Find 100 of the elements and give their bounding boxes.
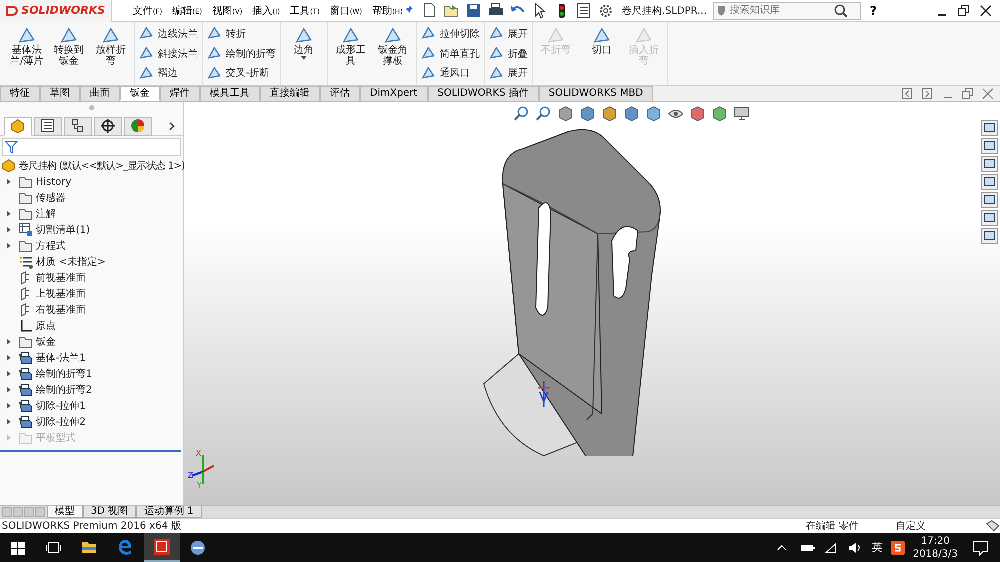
task-pane-button[interactable]	[981, 210, 998, 226]
units-menu[interactable]: 自定义	[896, 519, 986, 533]
tab[interactable]: 直接编辑	[260, 86, 320, 101]
ribbon-button[interactable]: 简单直孔	[421, 44, 480, 62]
clock-date[interactable]: 2018/3/3	[913, 548, 958, 560]
ribbon-button[interactable]: 绘制的折弯	[207, 44, 276, 62]
tree-item[interactable]: 切割清单(1)	[36, 223, 90, 237]
search-icon	[834, 4, 848, 18]
ribbon-button[interactable]: 通风口	[421, 64, 480, 82]
command-icon	[207, 66, 222, 81]
tab[interactable]: 曲面	[80, 86, 120, 101]
ribbon-button[interactable]: 转折	[207, 25, 276, 43]
previous-icon[interactable]	[902, 88, 914, 100]
command-icon	[342, 27, 360, 45]
ribbon-button[interactable]: 交叉-折断	[207, 64, 276, 82]
restore-icon[interactable]	[958, 4, 970, 16]
ribbon-button[interactable]: 转换到钣金	[50, 25, 88, 82]
task-pane-button[interactable]	[981, 156, 998, 172]
caret-icon[interactable]	[301, 56, 307, 60]
tab[interactable]: SOLIDWORKS 插件	[428, 86, 539, 101]
zoom-area-icon[interactable]	[536, 106, 552, 121]
tab[interactable]: 评估	[320, 86, 360, 101]
taskbar-app[interactable]	[144, 533, 180, 562]
help-button[interactable]: ?	[869, 2, 878, 18]
ribbon-button[interactable]: 拉伸切除	[421, 25, 480, 43]
task-pane-button[interactable]	[981, 228, 998, 244]
feature-icon	[19, 415, 33, 429]
tree-item[interactable]: 方程式	[36, 239, 66, 253]
axis-label: Y	[197, 481, 202, 490]
tab[interactable]: 模型	[47, 506, 83, 518]
tab[interactable]: 草图	[40, 86, 80, 101]
ribbon-button[interactable]: 褶边	[139, 64, 198, 82]
chevron-right-icon[interactable]	[169, 122, 175, 130]
tree-item[interactable]: 材质 <未指定>	[36, 255, 106, 269]
tree-item[interactable]: 右视基准面	[36, 303, 86, 317]
tab[interactable]: 模具工具	[200, 86, 260, 101]
open-folder-icon[interactable]	[444, 2, 460, 18]
zoom-to-fit-icon[interactable]	[514, 106, 530, 121]
tab[interactable]: 运动算例 1	[136, 506, 202, 518]
monitor-icon[interactable]	[734, 106, 750, 121]
tab[interactable]: SOLIDWORKS MBD	[538, 86, 654, 101]
ribbon-button[interactable]: 斜接法兰	[139, 44, 198, 62]
panel-tab[interactable]	[34, 116, 62, 136]
command-icon	[421, 66, 436, 81]
feature-icon	[19, 367, 33, 381]
command-icon	[421, 46, 436, 61]
grip-icon[interactable]	[88, 105, 94, 111]
ribbon-button[interactable]: 折叠	[489, 44, 528, 62]
tree-item[interactable]: 绘制的折弯2	[36, 383, 92, 397]
command-icon	[635, 27, 653, 45]
clock-time[interactable]: 17:20	[921, 534, 950, 548]
ime-indicator[interactable]: 英	[872, 540, 884, 555]
feature-icon	[19, 383, 33, 397]
tree-item[interactable]: 钣金	[36, 335, 56, 349]
tree-item[interactable]: History	[36, 176, 72, 188]
ribbon-button[interactable]: 基体法兰/薄片	[8, 25, 46, 82]
input-method-icon[interactable]	[891, 540, 906, 554]
ribbon-button[interactable]: 边线法兰	[139, 25, 198, 43]
task-pane-button[interactable]	[981, 120, 998, 136]
task-pane-button[interactable]	[981, 192, 998, 208]
command-icon	[295, 27, 313, 45]
next-icon[interactable]	[922, 88, 934, 100]
ribbon-button[interactable]: 边角	[285, 25, 323, 82]
panel-tab[interactable]	[64, 116, 92, 136]
close-icon[interactable]	[980, 4, 992, 16]
command-icon	[489, 46, 504, 61]
tree-item[interactable]: 前视基准面	[36, 271, 86, 285]
task-pane-button[interactable]	[981, 174, 998, 190]
new-document-icon[interactable]	[422, 2, 438, 18]
task-pane-button[interactable]	[981, 138, 998, 154]
filter-field[interactable]	[2, 138, 181, 156]
tab[interactable]: 3D 视图	[83, 506, 136, 518]
tree-item[interactable]: 原点	[36, 319, 56, 333]
panel-tab-icon	[40, 118, 56, 134]
ribbon-button[interactable]: 展开	[489, 25, 528, 43]
tab[interactable]: DimXpert	[360, 86, 428, 101]
ribbon-button[interactable]: 钣金角撑板	[374, 25, 412, 82]
ribbon-button[interactable]: 展开	[489, 64, 528, 82]
panel-tab[interactable]	[94, 116, 122, 136]
tree-item[interactable]: 基体-法兰1	[36, 351, 86, 365]
tree-item[interactable]: 注解	[36, 207, 56, 221]
tab[interactable]: 焊件	[160, 86, 200, 101]
ribbon-button[interactable]: 成形工具	[332, 25, 370, 82]
command-icon	[18, 27, 36, 45]
tree-item[interactable]: 上视基准面	[36, 287, 86, 301]
expand-arrow-icon[interactable]	[6, 178, 12, 186]
tree-item[interactable]: 切除-拉伸2	[36, 415, 86, 429]
axis-label: Z	[188, 471, 194, 480]
tree-item[interactable]: 切除-拉伸1	[36, 399, 86, 413]
ribbon-button[interactable]: 切口	[583, 25, 621, 82]
list-icon[interactable]	[576, 2, 592, 18]
save-icon[interactable]	[466, 2, 482, 18]
settings-icon[interactable]	[598, 2, 614, 18]
tree-item[interactable]: 绘制的折弯1	[36, 367, 92, 381]
status-text: 在编辑 零件	[806, 520, 860, 533]
material-icon	[19, 255, 33, 269]
tree-item[interactable]: 传感器	[36, 191, 66, 205]
tab[interactable]: 特征	[0, 86, 40, 101]
tab[interactable]: 钣金	[120, 86, 160, 101]
ribbon-button[interactable]: 放样折弯	[92, 25, 130, 82]
